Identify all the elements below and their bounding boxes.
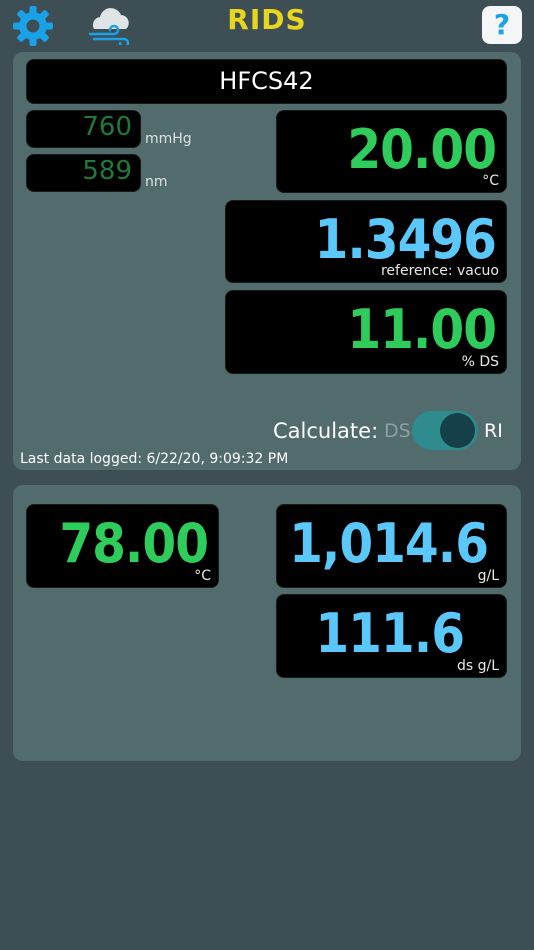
help-icon: ? <box>493 8 511 41</box>
app-title: RIDS <box>227 3 307 36</box>
temperature-value: 20.00 <box>347 118 497 181</box>
temperature-unit: °C <box>482 173 499 189</box>
density-unit: g/L <box>477 568 499 584</box>
help-button[interactable]: ? <box>482 6 522 44</box>
wavelength-unit: nm <box>145 174 168 190</box>
product-name: HFCS42 <box>219 67 314 95</box>
density-field: 1,014.6 g/L <box>276 504 507 588</box>
refractive-index-value: 1.3496 <box>314 208 497 271</box>
toggle-knob <box>440 413 475 448</box>
calculate-toggle[interactable] <box>412 411 478 450</box>
dissolved-solids-field[interactable]: 11.00 % DS <box>225 290 507 374</box>
density-value: 1,014.6 <box>289 512 489 575</box>
refractive-index-field[interactable]: 1.3496 reference: vacuo <box>225 200 507 283</box>
refractive-index-reference: reference: vacuo <box>380 263 499 279</box>
product-selector[interactable]: HFCS42 <box>26 59 507 104</box>
ds-density-value: 111.6 <box>315 602 465 665</box>
process-temperature-unit: °C <box>194 568 211 584</box>
toggle-option-ri[interactable]: RI <box>484 420 503 442</box>
dissolved-solids-unit: % DS <box>461 354 499 370</box>
dissolved-solids-value: 11.00 <box>347 298 497 361</box>
process-temperature-field[interactable]: 78.00 °C <box>26 504 219 588</box>
wavelength-value: 589 <box>82 156 132 186</box>
wavelength-field[interactable]: 589 <box>26 154 141 192</box>
pressure-field[interactable]: 760 <box>26 110 141 148</box>
temperature-field[interactable]: 20.00 °C <box>276 110 507 193</box>
calculate-label: Calculate: <box>273 419 379 443</box>
last-logged-text: Last data logged: 6/22/20, 9:09:32 PM <box>20 451 289 467</box>
toggle-option-ds[interactable]: DS <box>384 420 411 442</box>
process-temperature-value: 78.00 <box>59 512 209 575</box>
ds-density-field: 111.6 ds g/L <box>276 594 507 678</box>
ds-density-unit: ds g/L <box>456 658 499 674</box>
pressure-value: 760 <box>82 112 132 142</box>
pressure-unit: mmHg <box>145 131 192 147</box>
